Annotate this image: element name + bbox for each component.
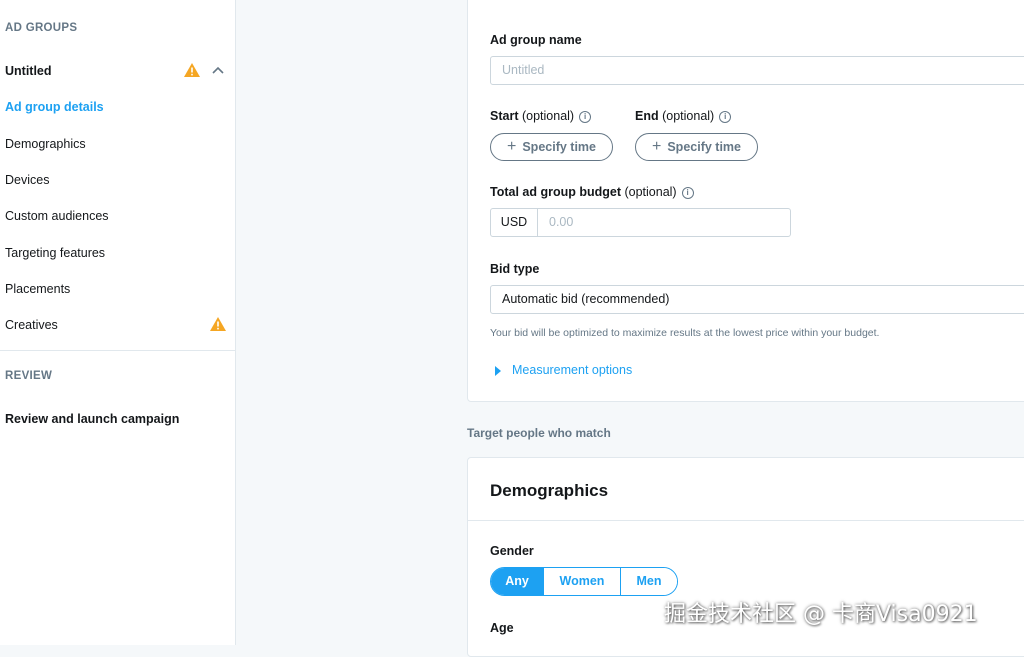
ad-group-name-label: Ad group name	[490, 33, 582, 47]
sidebar-item-ad-group-details[interactable]: Ad group details	[5, 100, 104, 114]
review-heading: REVIEW	[5, 370, 53, 382]
bid-type-select[interactable]: Automatic bid (recommended)	[490, 285, 1024, 314]
end-label-text: End	[635, 109, 659, 123]
start-label-text: Start	[490, 109, 519, 123]
ad-group-details-card: Ad group name Untitled Start (optional) i…	[467, 0, 1024, 402]
end-specify-time-button[interactable]: + Specify time	[635, 133, 758, 161]
age-label: Age	[490, 621, 514, 635]
sidebar-item-devices[interactable]: Devices	[5, 173, 49, 187]
start-label: Start (optional) i	[490, 109, 592, 123]
info-icon[interactable]: i	[681, 187, 694, 199]
sidebar-item-creatives[interactable]: Creatives	[5, 318, 58, 332]
end-label: End (optional) i	[635, 109, 732, 123]
gender-segmented-control: Any Women Men	[490, 567, 678, 596]
sidebar-item-review-launch[interactable]: Review and launch campaign	[5, 412, 179, 426]
optional-text: (optional)	[521, 109, 575, 123]
info-icon[interactable]: i	[579, 111, 592, 123]
sidebar-item-placements[interactable]: Placements	[5, 282, 70, 296]
budget-input[interactable]: USD 0.00	[490, 208, 791, 237]
card-divider	[468, 520, 1024, 521]
ad-group-title[interactable]: Untitled	[5, 64, 52, 78]
gender-option-women[interactable]: Women	[543, 568, 620, 595]
bid-type-value: Automatic bid (recommended)	[502, 292, 670, 306]
bid-type-label: Bid type	[490, 262, 540, 276]
measurement-options-link[interactable]: Measurement options	[512, 363, 632, 377]
bid-help-text: Your bid will be optimized to maximize r…	[490, 327, 880, 339]
plus-icon: +	[652, 138, 662, 155]
optional-text: (optional)	[662, 109, 715, 123]
plus-icon: +	[507, 138, 517, 155]
sidebar-item-targeting-features[interactable]: Targeting features	[5, 246, 105, 260]
optional-text: (optional)	[624, 185, 677, 199]
demographics-title: Demographics	[490, 481, 609, 500]
budget-label: Total ad group budget (optional) i	[490, 185, 694, 199]
sidebar-item-demographics[interactable]: Demographics	[5, 137, 86, 151]
ad-group-name-placeholder: Untitled	[502, 63, 545, 77]
chevron-up-icon[interactable]	[212, 66, 224, 74]
info-icon[interactable]: i	[719, 111, 732, 123]
gender-option-any[interactable]: Any	[491, 568, 543, 595]
target-heading: Target people who match	[467, 426, 611, 440]
start-specify-time-button[interactable]: + Specify time	[490, 133, 613, 161]
caret-right-icon[interactable]	[495, 366, 501, 376]
currency-label: USD	[491, 209, 538, 236]
specify-time-label: Specify time	[522, 140, 596, 154]
watermark: 掘金技术社区 @ 卡商Visa0921	[664, 602, 978, 627]
warning-icon	[210, 317, 226, 331]
gender-option-men[interactable]: Men	[620, 568, 677, 595]
gender-label: Gender	[490, 544, 534, 558]
ad-group-name-input[interactable]: Untitled	[490, 56, 1024, 85]
ad-groups-heading: AD GROUPS	[5, 22, 78, 34]
sidebar-item-custom-audiences[interactable]: Custom audiences	[5, 209, 109, 223]
budget-label-text: Total ad group budget	[490, 185, 621, 199]
specify-time-label: Specify time	[667, 140, 741, 154]
budget-placeholder: 0.00	[549, 215, 574, 229]
sidebar-divider	[0, 350, 236, 351]
warning-icon	[184, 63, 200, 77]
sidebar: AD GROUPS Untitled Ad group details Demo…	[0, 0, 236, 645]
